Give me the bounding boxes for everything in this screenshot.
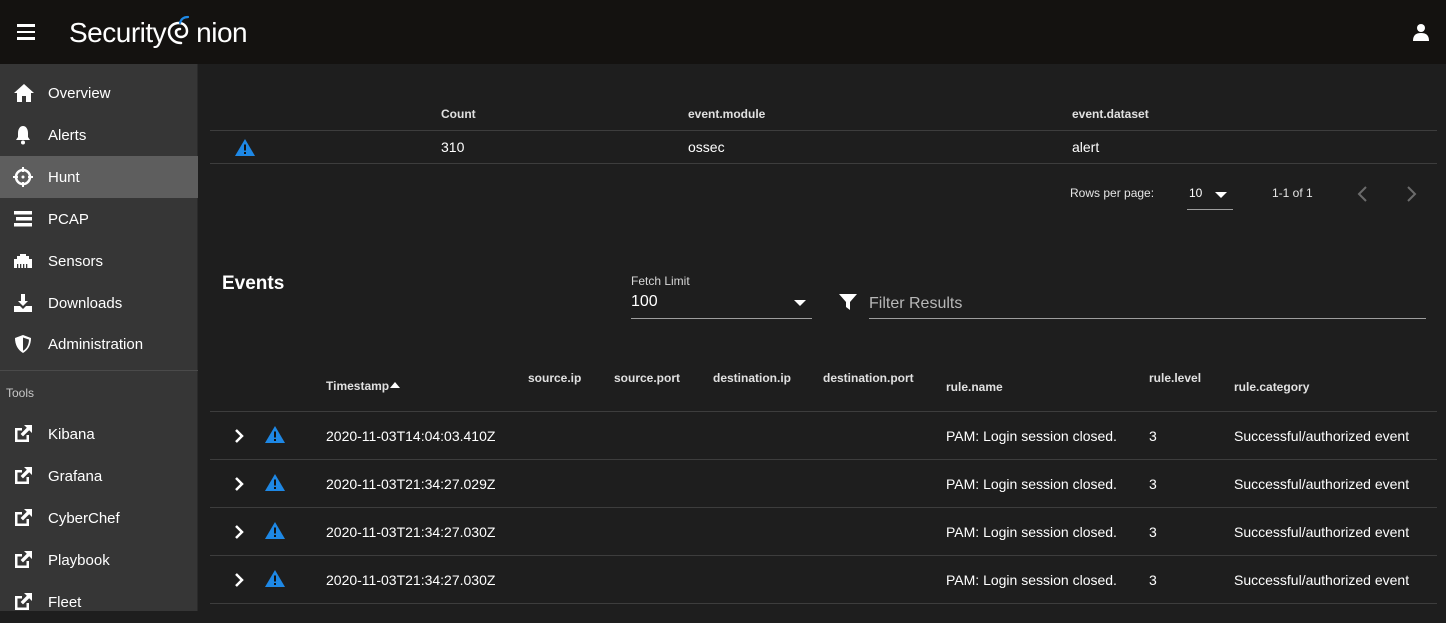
table-divider: [210, 163, 1437, 164]
crosshairs-icon: [13, 167, 33, 187]
rows-per-page-label: Rows per page:: [1070, 186, 1155, 200]
sidebar-item-administration[interactable]: Administration: [0, 323, 198, 365]
chevron-right-icon[interactable]: [230, 571, 248, 589]
timestamp-value[interactable]: 2020-11-03T14:04:03.410Z: [326, 428, 495, 444]
alert-triangle-icon: [264, 473, 286, 493]
caret-down-icon: [1215, 192, 1227, 198]
column-header-rule-name[interactable]: rule.name: [946, 380, 1003, 394]
column-header-destination-ip[interactable]: destination.ip: [713, 371, 791, 385]
column-header-source-port[interactable]: source.port: [614, 371, 680, 385]
external-link-icon: [13, 592, 33, 612]
rule-category-value[interactable]: Successful/authorized event: [1234, 476, 1409, 492]
sidebar: Overview Alerts Hunt PCAP Sensors Downlo…: [0, 64, 198, 611]
sidebar-item-fleet[interactable]: Fleet: [0, 581, 198, 623]
count-value[interactable]: 310: [441, 139, 464, 155]
sidebar-item-cyberchef[interactable]: CyberChef: [0, 497, 198, 539]
rule-level-value[interactable]: 3: [1149, 572, 1157, 588]
alert-triangle-icon: [264, 521, 286, 541]
home-icon: [13, 83, 34, 103]
main-content: Count event.module event.dataset 310 oss…: [199, 64, 1446, 611]
table-row[interactable]: 2020-11-03T14:04:03.410Z PAM: Login sess…: [210, 412, 1437, 460]
app-bar: Security nion: [0, 0, 1446, 64]
alert-triangle-icon[interactable]: [234, 138, 256, 162]
external-link-icon: [13, 508, 33, 528]
menu-icon[interactable]: [17, 24, 35, 40]
logo: Security nion: [69, 15, 248, 49]
sidebar-item-overview[interactable]: Overview: [0, 72, 198, 114]
fetch-limit-label: Fetch Limit: [631, 274, 690, 288]
rule-level-value[interactable]: 3: [1149, 524, 1157, 540]
table-row[interactable]: 2020-11-03T21:34:27.030Z PAM: Login sess…: [210, 508, 1437, 556]
alert-triangle-icon: [264, 569, 286, 589]
external-link-icon: [13, 466, 33, 486]
shield-icon: [13, 334, 33, 354]
timestamp-value[interactable]: 2020-11-03T21:34:27.030Z: [326, 572, 495, 588]
caret-down-icon: [794, 300, 806, 306]
sidebar-divider: [0, 370, 198, 371]
onion-logo-icon: [166, 15, 196, 49]
user-icon[interactable]: [1412, 23, 1430, 41]
table-divider: [210, 130, 1437, 131]
column-header-rule-category[interactable]: rule.category: [1234, 380, 1309, 394]
sidebar-section-tools: Tools: [6, 386, 35, 400]
sidebar-item-sensors[interactable]: Sensors: [0, 240, 198, 282]
sort-ascending-icon: [390, 382, 401, 388]
rule-level-value[interactable]: 3: [1149, 428, 1157, 444]
sidebar-item-alerts[interactable]: Alerts: [0, 114, 198, 156]
timestamp-value[interactable]: 2020-11-03T21:34:27.030Z: [326, 524, 495, 540]
column-header-rule-level[interactable]: rule.level: [1149, 371, 1201, 385]
alert-triangle-icon: [264, 425, 286, 445]
rows-per-page-select[interactable]: 10: [1187, 180, 1233, 210]
rule-name-value[interactable]: PAM: Login session closed.: [946, 476, 1117, 492]
table-divider: [210, 603, 1437, 604]
rule-category-value[interactable]: Successful/authorized event: [1234, 428, 1409, 444]
rule-category-value[interactable]: Successful/authorized event: [1234, 524, 1409, 540]
external-link-icon: [13, 550, 33, 570]
table-row[interactable]: 2020-11-03T21:34:27.030Z PAM: Login sess…: [210, 556, 1437, 604]
sidebar-item-kibana[interactable]: Kibana: [0, 413, 198, 455]
timestamp-value[interactable]: 2020-11-03T21:34:27.029Z: [326, 476, 495, 492]
bell-icon: [13, 125, 33, 145]
column-header-source-ip[interactable]: source.ip: [528, 371, 581, 385]
column-header-event-dataset[interactable]: event.dataset: [1072, 107, 1149, 121]
fetch-limit-select[interactable]: 100: [631, 290, 812, 319]
filter-results-input[interactable]: [869, 289, 1426, 319]
sidebar-item-downloads[interactable]: Downloads: [0, 282, 198, 324]
sidebar-item-playbook[interactable]: Playbook: [0, 539, 198, 581]
sidebar-item-hunt[interactable]: Hunt: [0, 156, 198, 198]
stream-icon: [13, 209, 33, 229]
table-row[interactable]: 2020-11-03T21:34:27.029Z PAM: Login sess…: [210, 460, 1437, 508]
download-icon: [13, 293, 33, 313]
event-module-value[interactable]: ossec: [688, 139, 725, 155]
next-page-icon[interactable]: [1401, 184, 1421, 204]
filter-icon: [838, 292, 858, 312]
column-header-event-module[interactable]: event.module: [688, 107, 765, 121]
pagination-range: 1-1 of 1: [1272, 186, 1313, 200]
events-title: Events: [222, 273, 285, 294]
external-link-icon: [13, 424, 33, 444]
column-header-destination-port[interactable]: destination.port: [823, 371, 914, 385]
sidebar-item-pcap[interactable]: PCAP: [0, 198, 198, 240]
rule-category-value[interactable]: Successful/authorized event: [1234, 572, 1409, 588]
rule-name-value[interactable]: PAM: Login session closed.: [946, 428, 1117, 444]
chevron-right-icon[interactable]: [230, 475, 248, 493]
chevron-right-icon[interactable]: [230, 427, 248, 445]
rule-name-value[interactable]: PAM: Login session closed.: [946, 524, 1117, 540]
chevron-right-icon[interactable]: [230, 523, 248, 541]
sidebar-item-grafana[interactable]: Grafana: [0, 455, 198, 497]
rule-name-value[interactable]: PAM: Login session closed.: [946, 572, 1117, 588]
previous-page-icon[interactable]: [1353, 184, 1373, 204]
ethernet-icon: [13, 251, 33, 271]
column-header-count[interactable]: Count: [441, 107, 476, 121]
column-header-timestamp[interactable]: Timestamp: [326, 379, 401, 393]
rule-level-value[interactable]: 3: [1149, 476, 1157, 492]
event-dataset-value[interactable]: alert: [1072, 139, 1099, 155]
